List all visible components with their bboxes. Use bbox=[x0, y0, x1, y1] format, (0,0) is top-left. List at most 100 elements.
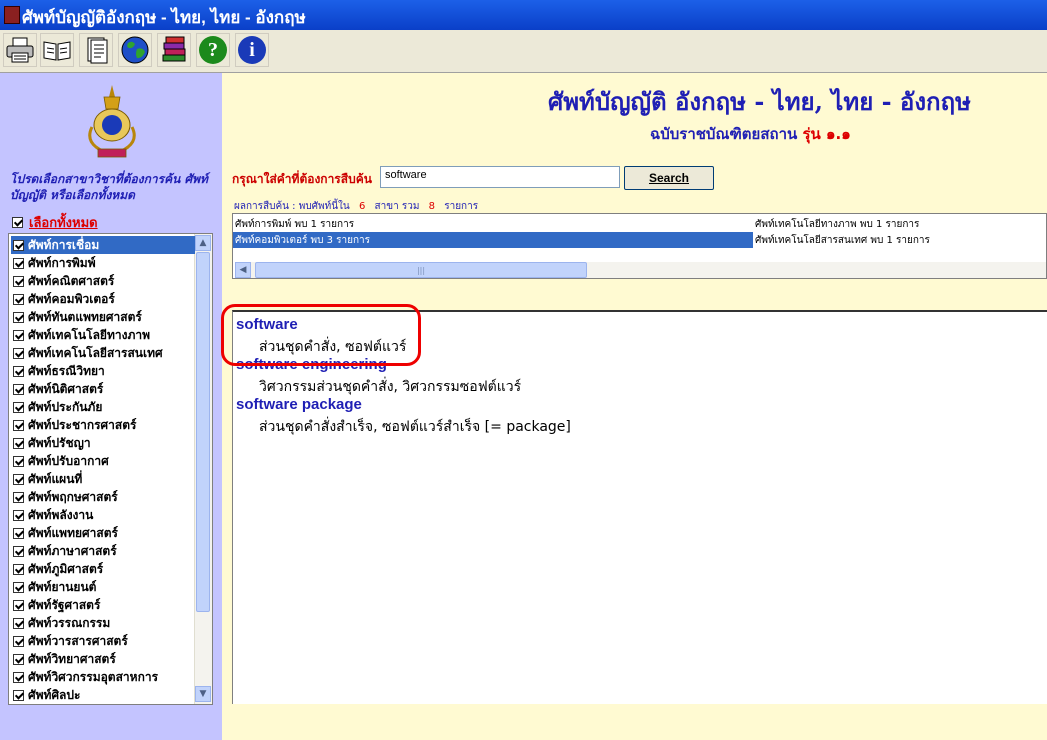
category-checkbox[interactable] bbox=[13, 239, 24, 251]
category-checkbox[interactable] bbox=[13, 635, 24, 647]
category-item[interactable]: ศัพท์ศิลปะ bbox=[11, 686, 195, 704]
toolbar: ? i bbox=[0, 30, 1047, 73]
category-item[interactable]: ศัพท์ธรณีวิทยา bbox=[11, 362, 195, 380]
category-label: ศัพท์แพทยศาสตร์ bbox=[28, 525, 118, 540]
category-checkbox[interactable] bbox=[13, 347, 24, 359]
scroll-thumb[interactable] bbox=[196, 252, 210, 612]
results-list[interactable]: ศัพท์การพิมพ์ พบ 1 รายการ ศัพท์คอมพิวเตอ… bbox=[232, 213, 1047, 279]
category-label: ศัพท์เทคโนโลยีสารสนเทศ bbox=[28, 345, 163, 360]
books-button[interactable] bbox=[157, 33, 191, 67]
info-button[interactable]: i bbox=[235, 33, 269, 67]
result-summary: ผลการสืบค้น : พบศัพท์นี้ใน 6 สาขา รวม 8 … bbox=[234, 199, 478, 214]
category-checkbox[interactable] bbox=[13, 509, 24, 521]
select-all-check-icon[interactable] bbox=[12, 217, 23, 228]
print-button[interactable] bbox=[3, 33, 37, 67]
result-row[interactable]: ศัพท์การพิมพ์ พบ 1 รายการ bbox=[233, 216, 753, 232]
help-icon: ? bbox=[199, 36, 227, 64]
category-item[interactable]: ศัพท์ปรับอากาศ bbox=[11, 452, 195, 470]
category-item[interactable]: ศัพท์รัฐศาสตร์ bbox=[11, 596, 195, 614]
scroll-up-icon[interactable]: ▲ bbox=[195, 235, 211, 251]
category-checkbox[interactable] bbox=[13, 329, 24, 341]
category-checkbox[interactable] bbox=[13, 617, 24, 629]
category-item[interactable]: ศัพท์พฤกษศาสตร์ bbox=[11, 488, 195, 506]
category-item[interactable]: ศัพท์นิติศาสตร์ bbox=[11, 380, 195, 398]
category-checkbox[interactable] bbox=[13, 653, 24, 665]
category-checkbox[interactable] bbox=[13, 419, 24, 431]
category-checkbox[interactable] bbox=[13, 473, 24, 485]
category-checkbox[interactable] bbox=[13, 383, 24, 395]
category-checkbox[interactable] bbox=[13, 365, 24, 377]
search-button[interactable]: Search bbox=[624, 166, 714, 190]
result-row[interactable]: ศัพท์เทคโนโลยีทางภาพ พบ 1 รายการ bbox=[753, 216, 1043, 232]
category-item[interactable]: ศัพท์วารสารศาสตร์ bbox=[11, 632, 195, 650]
window-title: ศัพท์บัญญัติอังกฤษ - ไทย, ไทย - อังกฤษ bbox=[22, 8, 306, 27]
category-checkbox[interactable] bbox=[13, 401, 24, 413]
category-item[interactable]: ศัพท์การเชื่อม bbox=[11, 236, 195, 254]
category-item[interactable]: ศัพท์คอมพิวเตอร์ bbox=[11, 290, 195, 308]
category-item[interactable]: ศัพท์ประกันภัย bbox=[11, 398, 195, 416]
category-label: ศัพท์ภาษาศาสตร์ bbox=[28, 543, 117, 558]
category-checkbox[interactable] bbox=[13, 437, 24, 449]
category-label: ศัพท์วรรณกรรม bbox=[28, 615, 111, 630]
category-label: ศัพท์การเชื่อม bbox=[28, 237, 100, 252]
category-checkbox[interactable] bbox=[13, 581, 24, 593]
category-label: ศัพท์แผนที่ bbox=[28, 471, 83, 486]
category-checkbox[interactable] bbox=[13, 527, 24, 539]
category-item[interactable]: ศัพท์แผนที่ bbox=[11, 470, 195, 488]
category-item[interactable]: ศัพท์พลังงาน bbox=[11, 506, 195, 524]
definition-term: software engineering bbox=[236, 356, 387, 373]
hscroll-thumb[interactable]: ||| bbox=[255, 262, 587, 278]
dictionary-button[interactable] bbox=[40, 33, 74, 67]
internet-button[interactable] bbox=[118, 33, 152, 67]
category-checkbox[interactable] bbox=[13, 545, 24, 557]
category-checkbox[interactable] bbox=[13, 491, 24, 503]
category-item[interactable]: ศัพท์วรรณกรรม bbox=[11, 614, 195, 632]
help-button[interactable]: ? bbox=[196, 33, 230, 67]
category-checkbox[interactable] bbox=[13, 455, 24, 467]
select-all-checkbox[interactable]: เลือกทั้งหมด bbox=[12, 212, 98, 233]
category-list[interactable]: ▲ ▼ ศัพท์การเชื่อมศัพท์การพิมพ์ศัพท์คณิต… bbox=[8, 233, 213, 705]
category-label: ศัพท์คณิตศาสตร์ bbox=[28, 273, 115, 288]
category-checkbox[interactable] bbox=[13, 599, 24, 611]
category-checkbox[interactable] bbox=[13, 563, 24, 575]
category-checkbox[interactable] bbox=[13, 257, 24, 269]
result-row[interactable]: ศัพท์เทคโนโลยีสารสนเทศ พบ 1 รายการ bbox=[753, 232, 1043, 248]
results-hscrollbar[interactable]: ◀ ||| bbox=[235, 262, 1046, 278]
category-item[interactable]: ศัพท์ทันตแพทยศาสตร์ bbox=[11, 308, 195, 326]
category-item[interactable]: ศัพท์ประชากรศาสตร์ bbox=[11, 416, 195, 434]
globe-icon bbox=[121, 36, 149, 64]
sidebar: โปรดเลือกสาขาวิชาที่ต้องการค้น ศัพท์บัญญ… bbox=[0, 73, 222, 740]
category-item[interactable]: ศัพท์วิทยาศาสตร์ bbox=[11, 650, 195, 668]
category-label: ศัพท์วารสารศาสตร์ bbox=[28, 633, 128, 648]
select-all-label[interactable]: เลือกทั้งหมด bbox=[29, 212, 98, 233]
category-checkbox[interactable] bbox=[13, 311, 24, 323]
category-label: ศัพท์ประชากรศาสตร์ bbox=[28, 417, 137, 432]
category-item[interactable]: ศัพท์ภาษาศาสตร์ bbox=[11, 542, 195, 560]
category-label: ศัพท์ปรัชญา bbox=[28, 435, 91, 450]
search-input[interactable]: software bbox=[380, 166, 620, 188]
category-label: ศัพท์ปรับอากาศ bbox=[28, 453, 109, 468]
category-item[interactable]: ศัพท์วิศวกรรมอุตสาหการ bbox=[11, 668, 195, 686]
category-item[interactable]: ศัพท์ภูมิศาสตร์ bbox=[11, 560, 195, 578]
category-label: ศัพท์ทันตแพทยศาสตร์ bbox=[28, 309, 142, 324]
category-checkbox[interactable] bbox=[13, 293, 24, 305]
category-item[interactable]: ศัพท์ปรัชญา bbox=[11, 434, 195, 452]
app-book-icon[interactable] bbox=[4, 6, 20, 24]
category-item[interactable]: ศัพท์เทคโนโลยีสารสนเทศ bbox=[11, 344, 195, 362]
royal-institute-emblem-icon bbox=[88, 85, 136, 158]
category-item[interactable]: ศัพท์เทคโนโลยีทางภาพ bbox=[11, 326, 195, 344]
scroll-down-icon[interactable]: ▼ bbox=[195, 686, 211, 702]
category-label: ศัพท์คอมพิวเตอร์ bbox=[28, 291, 115, 306]
category-checkbox[interactable] bbox=[13, 275, 24, 287]
category-item[interactable]: ศัพท์แพทยศาสตร์ bbox=[11, 524, 195, 542]
scroll-left-icon[interactable]: ◀ bbox=[235, 262, 251, 278]
category-label: ศัพท์การพิมพ์ bbox=[28, 255, 96, 270]
category-checkbox[interactable] bbox=[13, 689, 24, 701]
category-item[interactable]: ศัพท์ยานยนต์ bbox=[11, 578, 195, 596]
category-list-scrollbar[interactable]: ▲ ▼ bbox=[194, 234, 212, 704]
category-item[interactable]: ศัพท์คณิตศาสตร์ bbox=[11, 272, 195, 290]
category-item[interactable]: ศัพท์การพิมพ์ bbox=[11, 254, 195, 272]
category-checkbox[interactable] bbox=[13, 671, 24, 683]
document-button[interactable] bbox=[79, 33, 113, 67]
result-row-selected[interactable]: ศัพท์คอมพิวเตอร์ พบ 3 รายการ bbox=[233, 232, 753, 248]
